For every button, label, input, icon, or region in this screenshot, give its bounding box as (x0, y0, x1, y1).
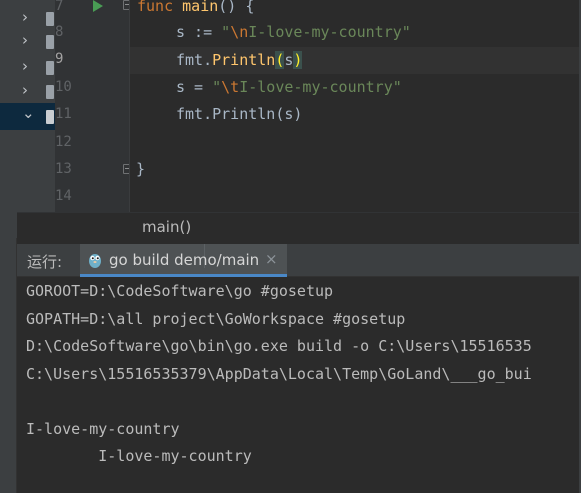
escape-sequence: \n (230, 23, 249, 41)
function-name: main (182, 0, 219, 15)
code-line: fmt.Println(s) (176, 105, 303, 123)
line-number: 14 (55, 188, 72, 204)
console-line: GOROOT=D:\CodeSoftware\go #gosetup (26, 282, 334, 300)
code-text: () { (218, 0, 255, 15)
line-number: 13 (55, 161, 72, 177)
line-number: 12 (55, 134, 72, 150)
line-number: 7 (55, 0, 64, 14)
chevron-down-icon[interactable]: ⌄ (22, 104, 35, 122)
string-literal: I-love-my-country" (248, 23, 411, 41)
line-number: 8 (55, 24, 64, 40)
code-line: } (136, 160, 146, 178)
tree-node[interactable]: › (0, 78, 55, 105)
line-number: 9 (55, 51, 64, 67)
breadcrumb-bar (17, 212, 581, 242)
paren-match: ) (293, 51, 303, 69)
gopher-icon (89, 254, 101, 268)
console-line: GOPATH=D:\all project\GoWorkspace #goset… (26, 310, 406, 328)
code-text: s := (176, 23, 222, 41)
console-line: C:\Users\15516535379\AppData\Local\Temp\… (26, 365, 532, 383)
chevron-right-icon[interactable]: › (22, 57, 28, 75)
string-literal: " (221, 23, 231, 41)
tree-node-selected[interactable]: ⌄ (0, 103, 55, 130)
keyword: func (137, 0, 174, 15)
code-line: fmt.Println(s) (176, 47, 303, 74)
folder-icon (46, 61, 54, 75)
breadcrumb-function[interactable]: main() (142, 218, 191, 236)
chevron-right-icon[interactable]: › (22, 31, 28, 49)
code-text: s = (176, 78, 213, 96)
console-line: D:\CodeSoftware\go\bin\go.exe build -o C… (26, 337, 532, 355)
escape-sequence: \t (221, 78, 240, 96)
chevron-right-icon[interactable]: › (22, 8, 28, 26)
folder-icon (46, 110, 54, 124)
folder-icon (46, 35, 54, 49)
string-literal: I-love-my-country" (239, 78, 402, 96)
console-line: I-love-my-country (26, 420, 180, 438)
string-literal: " (212, 78, 222, 96)
run-gutter-icon[interactable] (93, 0, 103, 12)
tree-node[interactable]: › (0, 28, 55, 55)
line-number: 10 (55, 79, 72, 95)
code-line: s := "\nI-love-my-country" (176, 19, 411, 46)
project-tree: › › › › ⌄ (0, 0, 55, 238)
function-call: Println (212, 51, 276, 69)
folder-icon (46, 12, 54, 26)
code-line: func main() { (137, 0, 254, 20)
run-panel-label: 运行: (27, 253, 63, 271)
package-ref: fmt. (176, 51, 213, 69)
code-line: s = "\tI-love-my-country" (176, 74, 402, 101)
run-tab-label: go build demo/main (109, 251, 260, 269)
tree-node[interactable]: › (0, 54, 55, 81)
close-icon[interactable]: × (265, 250, 278, 268)
chevron-right-icon[interactable]: › (22, 81, 28, 99)
folder-icon (46, 85, 54, 99)
console-line: I-love-my-country (26, 447, 252, 465)
line-number: 11 (55, 106, 72, 122)
